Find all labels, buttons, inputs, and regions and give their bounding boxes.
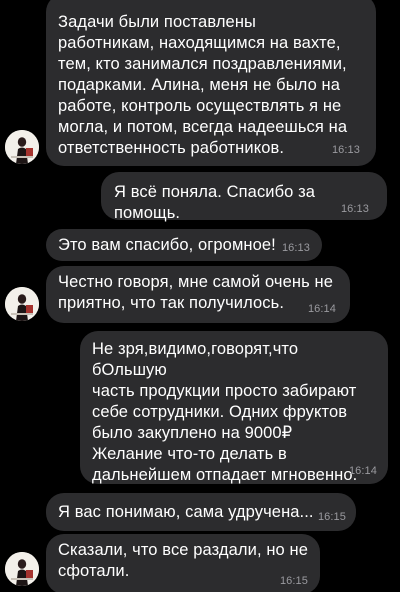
message-bubble-incoming[interactable]: Сказали, что все раздали, но не сфотали.… — [46, 534, 320, 592]
message-text: Это вам спасибо, огромное! — [58, 236, 276, 254]
message-timestamp: 16:13 — [331, 144, 360, 156]
message-bubble-outgoing[interactable]: Не зря,видимо,говорят,что бОльшую часть … — [80, 331, 388, 484]
message-bubble-outgoing[interactable]: Я всё поняла. Спасибо за помощь. 16:13 — [101, 172, 387, 222]
message-timestamp: 16:13 — [340, 203, 369, 215]
message-text: Я всё поняла. Спасибо за помощь. — [114, 183, 316, 222]
contact-avatar-icon[interactable] — [5, 130, 39, 164]
message-timestamp: 16:15 — [279, 575, 308, 587]
message-bubble-incoming[interactable]: Честно говоря, мне самой очень не приятн… — [46, 266, 350, 323]
message-timestamp: 16:14 — [307, 303, 336, 315]
contact-avatar-icon[interactable] — [5, 552, 39, 586]
contact-avatar-icon[interactable] — [5, 287, 39, 321]
message-text: Сказали, что все раздали, но не сфотали. — [58, 541, 309, 580]
message-text: Честно говоря, мне самой очень не приятн… — [58, 273, 333, 312]
message-timestamp: 16:15 — [317, 511, 346, 523]
message-text: Не зря,видимо,говорят,что бОльшую часть … — [92, 340, 358, 484]
message-timestamp: 16:14 — [348, 465, 377, 477]
message-bubble-incoming[interactable]: Это вам спасибо, огромное! 16:13 — [46, 229, 322, 261]
message-bubble-incoming[interactable]: Я вас понимаю, сама удручена... 16:15 — [46, 493, 356, 531]
message-text: Я вас понимаю, сама удручена... — [58, 503, 314, 521]
chat-thread[interactable]: Задачи были поставлены работникам, наход… — [0, 0, 400, 592]
message-timestamp: 16:13 — [281, 242, 310, 254]
message-text: Задачи были поставлены работникам, наход… — [58, 13, 348, 157]
message-bubble-incoming[interactable]: Задачи были поставлены работникам, наход… — [46, 0, 376, 166]
